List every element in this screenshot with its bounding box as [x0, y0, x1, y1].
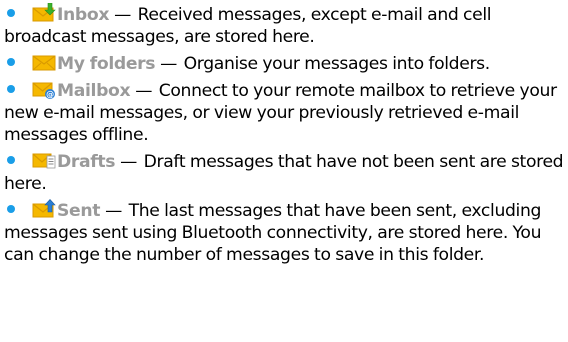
dash: —: [120, 152, 138, 172]
bullet-icon: [7, 156, 15, 164]
bullet-icon: [7, 58, 15, 66]
item-label: Drafts: [57, 152, 116, 172]
sent-envelope-icon: [32, 199, 56, 219]
item-label: Mailbox: [57, 81, 131, 101]
folders-envelope-icon: [32, 52, 56, 72]
item-label: Inbox: [57, 5, 110, 25]
inbox-envelope-icon: [32, 2, 56, 23]
list-item-my-folders: My folders — Organise your messages into …: [0, 52, 568, 75]
bullet-icon: [7, 9, 15, 17]
list-item-drafts: Drafts — Draft messages that have not bee…: [0, 150, 564, 195]
dash: —: [135, 81, 153, 101]
item-description: Organise your messages into folders.: [183, 54, 491, 74]
drafts-envelope-icon: [32, 150, 56, 170]
svg-text:@: @: [46, 90, 54, 99]
dash: —: [105, 201, 122, 221]
item-label: Sent: [57, 201, 101, 221]
dash: —: [114, 5, 131, 25]
item-label: My folders: [57, 54, 156, 74]
bullet-icon: [7, 205, 15, 213]
bullet-icon: [7, 85, 15, 93]
list-item-mailbox: @ Mailbox — Connect to your remote mailbo…: [0, 79, 564, 146]
folder-list: Inbox — Received messages, except e-mail …: [0, 0, 568, 342]
mailbox-envelope-icon: @: [32, 79, 56, 99]
dash: —: [160, 54, 177, 74]
list-item-sent: Sent — The last messages that have been s…: [0, 199, 566, 266]
list-item-inbox: Inbox — Received messages, except e-mail …: [0, 2, 552, 48]
